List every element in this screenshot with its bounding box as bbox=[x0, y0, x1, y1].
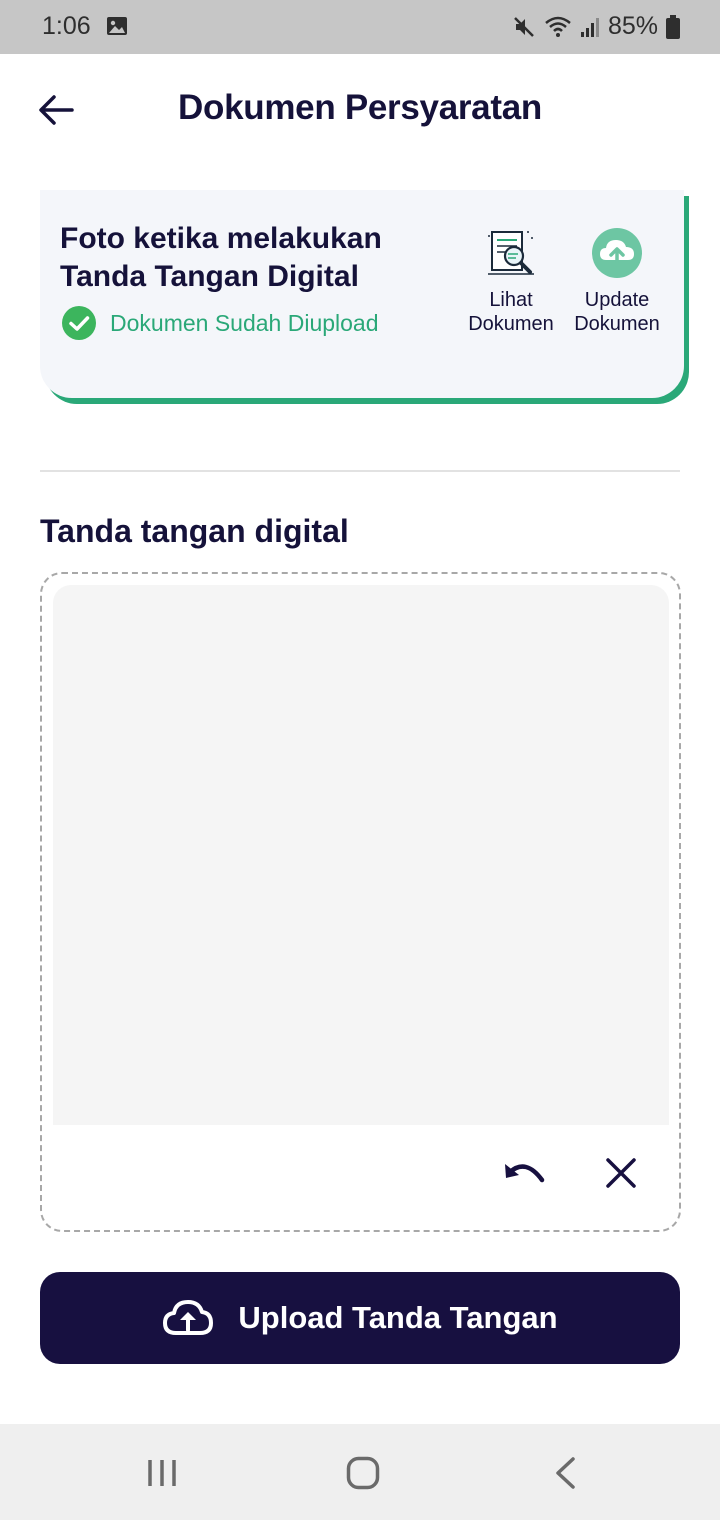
status-bar: 1:06 85% bbox=[0, 0, 720, 54]
image-icon bbox=[107, 17, 127, 35]
check-circle-icon bbox=[62, 306, 96, 340]
upload-signature-button[interactable]: Upload Tanda Tangan bbox=[40, 1272, 680, 1364]
signature-pad-frame bbox=[40, 572, 681, 1232]
signal-icon bbox=[580, 17, 599, 37]
battery-icon bbox=[666, 14, 680, 39]
recent-apps-icon[interactable] bbox=[145, 1458, 179, 1488]
navigation-bar bbox=[0, 1424, 720, 1520]
cloud-upload-icon bbox=[163, 1300, 214, 1335]
home-icon[interactable] bbox=[346, 1456, 380, 1490]
view-document-label: Lihat Dokumen bbox=[468, 289, 554, 335]
undo-icon[interactable] bbox=[502, 1154, 550, 1190]
document-search-icon bbox=[488, 231, 534, 275]
battery-percent: 85% bbox=[607, 12, 658, 40]
divider bbox=[40, 470, 680, 472]
signature-canvas[interactable] bbox=[53, 585, 669, 1125]
view-document-button[interactable]: Lihat Dokumen bbox=[456, 226, 566, 336]
status-time: 1:06 bbox=[42, 12, 91, 40]
update-document-button[interactable]: Update Dokumen bbox=[562, 226, 672, 336]
document-status: Dokumen Sudah Diupload bbox=[62, 306, 379, 340]
document-status-text: Dokumen Sudah Diupload bbox=[110, 309, 379, 336]
cloud-upload-icon bbox=[592, 228, 642, 278]
header: Dokumen Persyaratan bbox=[0, 54, 720, 166]
document-card: Foto ketika melakukan Tanda Tangan Digit… bbox=[40, 190, 684, 398]
page-title: Dokumen Persyaratan bbox=[178, 88, 542, 127]
mute-icon bbox=[514, 16, 534, 37]
status-icons: 85% bbox=[512, 12, 680, 41]
wifi-icon bbox=[545, 16, 571, 37]
update-document-label: Update Dokumen bbox=[574, 289, 660, 335]
document-title: Foto ketika melakukan Tanda Tangan Digit… bbox=[60, 222, 382, 293]
close-icon[interactable] bbox=[604, 1156, 638, 1190]
upload-signature-label: Upload Tanda Tangan bbox=[238, 1300, 558, 1335]
signature-section-title: Tanda tangan digital bbox=[40, 513, 349, 549]
back-icon[interactable] bbox=[554, 1456, 576, 1490]
